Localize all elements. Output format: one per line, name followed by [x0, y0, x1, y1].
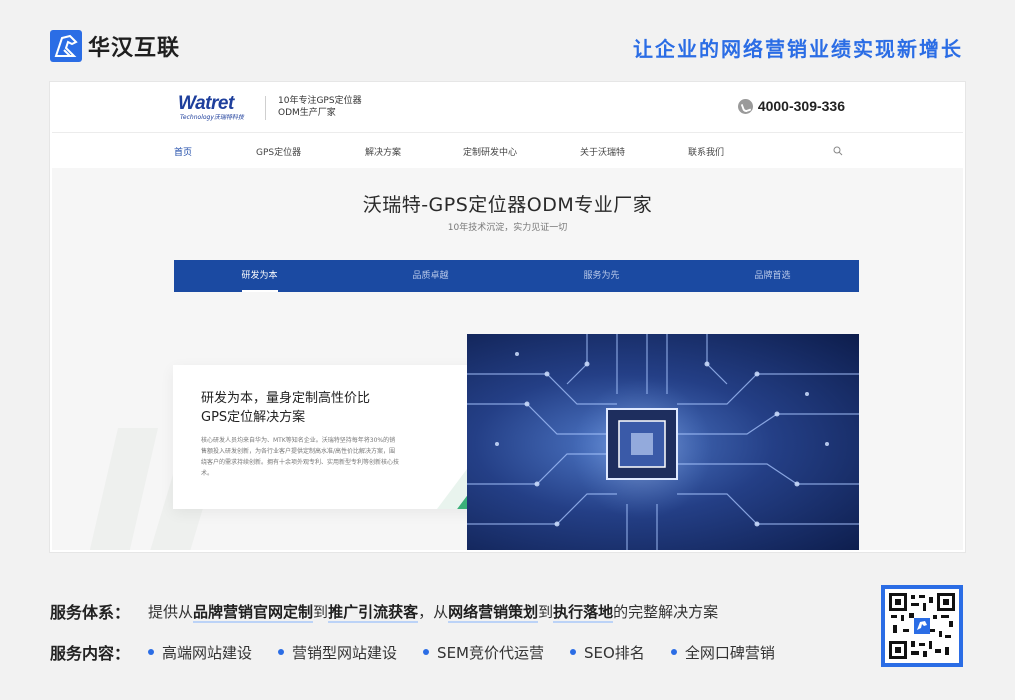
service-item: SEM竞价代运营 [423, 642, 544, 663]
service-item: SEO排名 [570, 642, 645, 663]
tab-brand[interactable]: 品牌首选 [687, 260, 858, 292]
tagline-line-1: 10年专注GPS定位器 [278, 96, 362, 106]
nav-item-solutions[interactable]: 解决方案 [365, 145, 401, 158]
logo-divider [265, 96, 266, 120]
site-phone[interactable]: 4000-309-336 [737, 98, 845, 114]
bullet-icon [423, 649, 430, 655]
nav-item-contact[interactable]: 联系我们 [688, 145, 724, 158]
nav-item-about[interactable]: 关于沃瑞特 [580, 145, 625, 158]
system-text-mid: ，从 [418, 602, 449, 621]
site-tagline: 10年专注GPS定位器 ODM生产厂家 [278, 95, 362, 119]
service-item: 营销型网站建设 [278, 642, 397, 663]
website-showcase: Watret Technology沃瑞特科技 10年专注GPS定位器 ODM生产… [50, 82, 965, 552]
highlight-official-site: 品牌营销官网定制 [193, 602, 314, 623]
system-text-suffix: 的完整解决方案 [613, 602, 719, 621]
circuit-board-image [467, 334, 859, 550]
system-text-to-2: 到 [538, 602, 554, 621]
site-header: Watret Technology沃瑞特科技 10年专注GPS定位器 ODM生产… [52, 84, 963, 132]
nav-item-home[interactable]: 首页 [174, 145, 192, 158]
nav-item-rd-center[interactable]: 定制研发中心 [463, 145, 517, 158]
tab-quality[interactable]: 品质卓越 [345, 260, 516, 292]
service-item-label: 营销型网站建设 [292, 643, 398, 662]
service-item-label: 高端网站建设 [162, 643, 253, 662]
search-icon[interactable] [833, 146, 843, 156]
system-text-to-1: 到 [313, 602, 329, 621]
service-list: 高端网站建设 营销型网站建设 SEM竞价代运营 SEO排名 全网口碑营销 [148, 642, 801, 663]
tab-service[interactable]: 服务为先 [516, 260, 687, 292]
feature-tabs: 研发为本 品质卓越 服务为先 品牌首选 [174, 260, 859, 292]
service-item-label: SEM竞价代运营 [437, 643, 544, 662]
service-content-label: 服务内容： [50, 644, 131, 663]
phone-number: 4000-309-336 [757, 98, 845, 114]
nav-item-gps[interactable]: GPS定位器 [256, 145, 301, 158]
header-slogan: 让企业的网络营销业绩实现新增长 [633, 37, 963, 61]
service-system-text: 提供从品牌营销官网定制到推广引流获客，从网络营销策划到执行落地的完整解决方案 [148, 601, 719, 623]
watret-logo-subtext: Technology沃瑞特科技 [180, 114, 244, 121]
feature-card: 研发为本，量身定制高性价比 GPS定位解决方案 核心研发人员均来自华为、MTK等… [173, 365, 517, 509]
qr-code[interactable] [881, 585, 963, 667]
hero-subtitle: 10年技术沉淀，实力见证一切 [447, 223, 568, 233]
hero-title: 沃瑞特-GPS定位器ODM专业厂家 [362, 194, 653, 216]
system-text-prefix: 提供从 [148, 602, 194, 621]
brand-name: 华汉互联 [88, 36, 181, 61]
brand-logo-group[interactable]: 华汉互联 [50, 30, 180, 62]
bullet-icon [148, 649, 155, 655]
bullet-icon [278, 649, 285, 655]
tab-rd[interactable]: 研发为本 [174, 260, 345, 292]
phone-icon [737, 98, 753, 114]
service-item: 高端网站建设 [148, 642, 252, 663]
bullet-icon [570, 649, 576, 655]
hero-section: 沃瑞特-GPS定位器ODM专业厂家 10年技术沉淀，实力见证一切 研发为本 品质… [52, 168, 963, 550]
service-item-label: 全网口碑营销 [684, 643, 775, 662]
horse-logo-icon [50, 30, 82, 62]
service-system-row: 服务体系： 提供从品牌营销官网定制到推广引流获客，从网络营销策划到执行落地的完整… [50, 599, 718, 623]
watret-logo-text: Watret [178, 93, 234, 114]
tagline-line-2: ODM生产厂家 [278, 108, 336, 118]
watret-logo[interactable]: Watret Technology沃瑞特科技 [178, 93, 244, 122]
highlight-planning: 网络营销策划 [448, 602, 539, 623]
site-nav: 首页 GPS定位器 解决方案 定制研发中心 关于沃瑞特 联系我们 [52, 132, 963, 168]
service-item-label: SEO排名 [584, 643, 645, 662]
bullet-icon [670, 649, 677, 655]
qr-code-icon [889, 593, 955, 659]
card-title-line-1: 研发为本，量身定制高性价比 [201, 391, 371, 406]
highlight-execution: 执行落地 [553, 602, 614, 623]
highlight-traffic: 推广引流获客 [328, 602, 419, 623]
service-content-row: 服务内容： 高端网站建设 营销型网站建设 SEM竞价代运营 SEO排名 全网口碑… [50, 640, 801, 664]
card-title: 研发为本，量身定制高性价比 GPS定位解决方案 [201, 389, 370, 427]
service-item: 全网口碑营销 [670, 642, 775, 663]
card-body: 核心研发人员均来自华为、MTK等知名企业。沃瑞特坚持每年将30%的销售额投入研发… [201, 437, 400, 477]
service-system-label: 服务体系： [50, 603, 131, 622]
card-title-line-2: GPS定位解决方案 [201, 410, 306, 425]
